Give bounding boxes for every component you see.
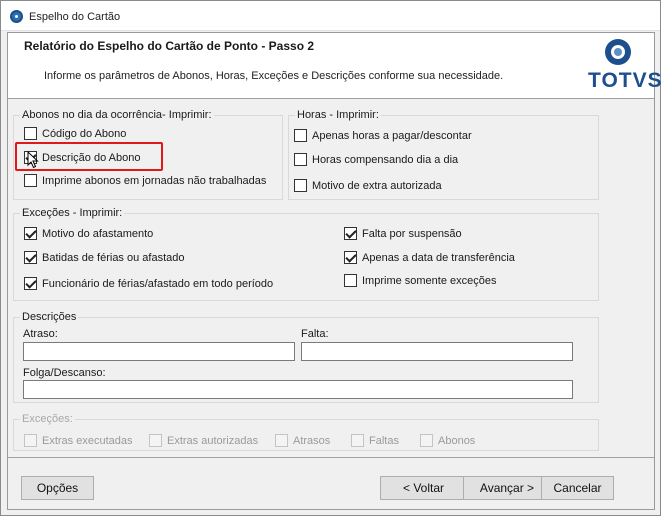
checkbox-label: Falta por suspensão	[362, 228, 462, 240]
checkbox-label: Extras autorizadas	[167, 435, 259, 447]
checkbox-box[interactable]	[294, 179, 307, 192]
back-button[interactable]: < Voltar	[380, 476, 467, 500]
checkbox-label: Apenas a data de transferência	[362, 252, 515, 264]
checkbox-label: Apenas horas a pagar/descontar	[312, 130, 472, 142]
app-icon	[10, 10, 23, 23]
checkbox-box[interactable]	[351, 434, 364, 447]
checkbox-label: Horas compensando dia a dia	[312, 154, 459, 166]
checkbox-box[interactable]	[24, 434, 37, 447]
checkbox-box[interactable]	[420, 434, 433, 447]
checkbox-box[interactable]	[24, 174, 37, 187]
descricoes-group: Descrições Atraso: Falta: Folga/Descanso…	[13, 310, 599, 403]
window-title: Espelho do Cartão	[29, 11, 121, 23]
folga-label: Folga/Descanso:	[23, 367, 106, 379]
checkbox-box[interactable]	[24, 127, 37, 140]
atraso-label: Atraso:	[23, 328, 58, 340]
checkbox-label: Faltas	[369, 435, 399, 447]
excecoes-disabled-group: Exceções: Extras executadas Extras autor…	[13, 412, 599, 451]
wizard-footer: Opções < Voltar Avançar > Cancelar	[8, 457, 654, 509]
checkbox-label: Imprime abonos em jornadas não trabalhad…	[42, 175, 267, 187]
excecoes-imprimir-group: Exceções - Imprimir: Motivo do afastamen…	[13, 206, 599, 301]
checkbox-label: Motivo do afastamento	[42, 228, 154, 240]
wizard-header: Relatório do Espelho do Cartão de Ponto …	[8, 33, 661, 99]
excecoes-disabled-legend: Exceções:	[20, 412, 75, 426]
wizard-frame: Relatório do Espelho do Cartão de Ponto …	[7, 32, 661, 510]
checkbox-label: Atrasos	[293, 435, 331, 447]
cancel-button[interactable]: Cancelar	[541, 476, 614, 500]
checkbox-label: Funcionário de férias/afastado em todo p…	[42, 278, 274, 290]
checkbox-box[interactable]	[294, 129, 307, 142]
checkbox-box[interactable]	[24, 277, 37, 290]
checkbox-label: Motivo de extra autorizada	[312, 180, 442, 192]
checkbox-label: Imprime somente exceções	[362, 275, 497, 287]
mouse-cursor-icon	[27, 151, 39, 169]
checkbox-box[interactable]	[149, 434, 162, 447]
checkbox-label: Código do Abono	[42, 128, 127, 140]
checkbox-box[interactable]	[344, 227, 357, 240]
atraso-input[interactable]	[23, 342, 295, 361]
abonos-legend: Abonos no dia da ocorrência- Imprimir:	[20, 108, 214, 122]
logo-text: TOTVS	[588, 69, 661, 92]
falta-label: Falta:	[301, 328, 329, 340]
checkbox-label: Extras executadas	[42, 435, 133, 447]
horas-group: Horas - Imprimir: Apenas horas a pagar/d…	[288, 108, 599, 200]
next-button[interactable]: Avançar >	[463, 476, 551, 500]
checkbox-box[interactable]	[344, 274, 357, 287]
excecoes-imprimir-legend: Exceções - Imprimir:	[20, 206, 125, 220]
descricoes-legend: Descrições	[20, 310, 79, 324]
checkbox-box[interactable]	[24, 227, 37, 240]
falta-input[interactable]	[301, 342, 573, 361]
page-title: Relatório do Espelho do Cartão de Ponto …	[24, 39, 315, 53]
options-button[interactable]: Opções	[21, 476, 94, 500]
title-bar: Espelho do Cartão	[1, 1, 660, 31]
checkbox-box[interactable]	[275, 434, 288, 447]
checkbox-label: Batidas de férias ou afastado	[42, 252, 185, 264]
dialog-window: Espelho do Cartão Relatório do Espelho d…	[0, 0, 661, 516]
checkbox-box[interactable]	[24, 251, 37, 264]
checkbox-box[interactable]	[294, 153, 307, 166]
folga-input[interactable]	[23, 380, 573, 399]
horas-legend: Horas - Imprimir:	[295, 108, 381, 122]
checkbox-label: Abonos	[438, 435, 476, 447]
checkbox-box[interactable]	[344, 251, 357, 264]
page-subtitle: Informe os parâmetros de Abonos, Horas, …	[44, 70, 504, 82]
